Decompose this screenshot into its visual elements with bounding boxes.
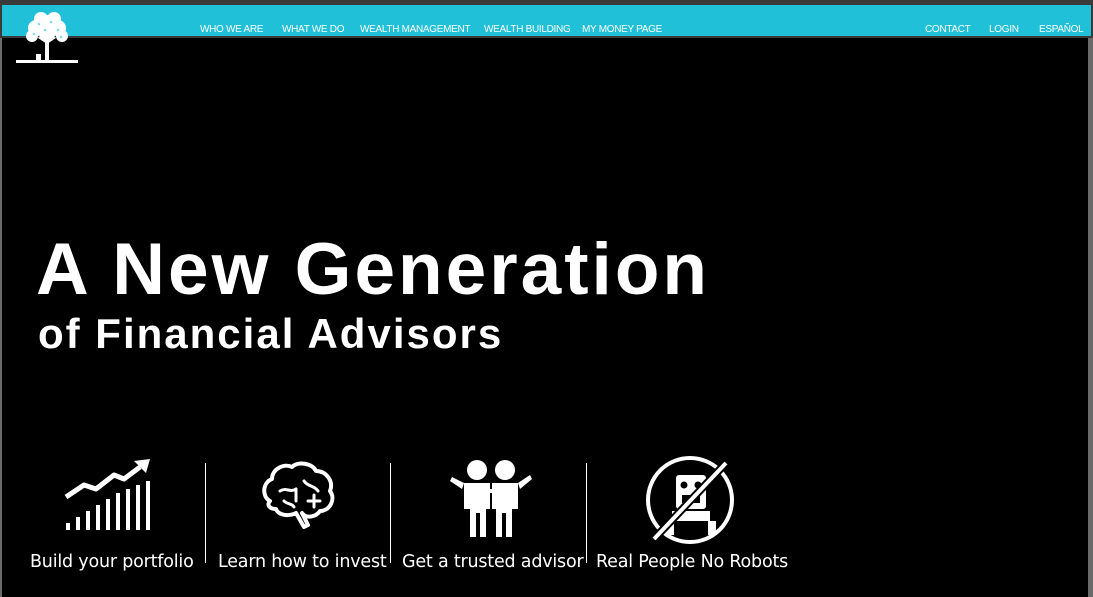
nav-what-we-do[interactable]: WHAT WE DO [282,24,344,38]
feature-divider [390,463,391,563]
nav-espanol[interactable]: ESPAÑOL [1039,24,1084,38]
brain-icon [260,461,336,534]
growth-chart-icon [64,459,154,536]
nav-who-we-are[interactable]: WHO WE ARE [200,24,263,38]
tree-logo-icon[interactable] [14,10,80,68]
feature-real-people[interactable]: Real People No Robots [596,455,796,575]
feature-label: Learn how to invest [218,552,387,572]
feature-label: Real People No Robots [596,552,789,572]
feature-label: Get a trusted advisor [402,552,584,572]
feature-label: Build your portfolio [30,552,194,572]
feature-divider [586,463,587,563]
feature-learn-invest[interactable]: Learn how to invest [218,455,388,575]
feature-build-portfolio[interactable]: Build your portfolio [30,455,200,575]
feature-trusted-advisor[interactable]: Get a trusted advisor [402,455,584,575]
nav-my-money-page[interactable]: MY MONEY PAGE [582,24,662,38]
nav-wealth-building[interactable]: WEALTH BUILDING [484,24,571,38]
hero-subtitle: of Financial Advisors [38,310,504,357]
nav-contact[interactable]: CONTACT [925,24,971,38]
people-icon [450,459,532,542]
feature-divider [205,463,206,563]
no-robot-icon [644,455,738,550]
nav-wealth-management[interactable]: WEALTH MANAGEMENT [360,24,471,38]
hero-title: A New Generation [36,229,711,310]
nav-login[interactable]: LOGIN [989,24,1019,38]
